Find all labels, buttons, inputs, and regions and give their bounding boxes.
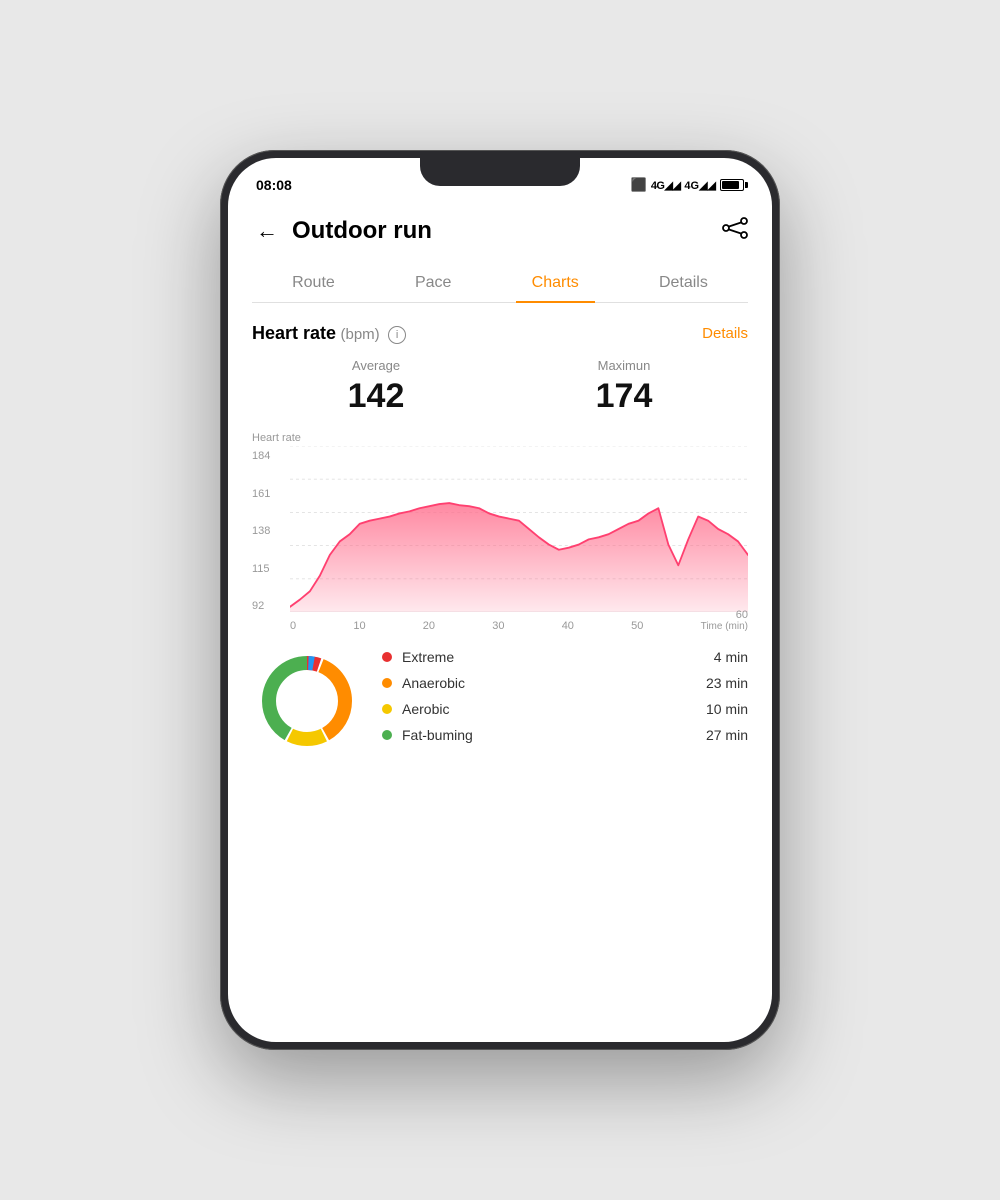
section-header: Heart rate (bpm) i Details xyxy=(252,323,748,344)
details-link[interactable]: Details xyxy=(702,325,748,342)
page-title: Outdoor run xyxy=(292,217,722,245)
aerobic-time: 10 min xyxy=(706,701,748,717)
aerobic-label: Aerobic xyxy=(402,701,706,717)
chart-svg-area xyxy=(290,446,748,612)
battery-fill xyxy=(722,181,739,189)
y-val-115: 115 xyxy=(252,563,270,575)
tab-pace[interactable]: Pace xyxy=(399,264,467,302)
notch xyxy=(420,158,580,186)
tab-route[interactable]: Route xyxy=(276,264,351,302)
maximum-label: Maximun xyxy=(596,358,653,373)
chart-y-values: 184 161 138 115 92 xyxy=(252,450,270,612)
phone-frame: 08:08 ⬛ 4G◢◢ 4G◢◢ ← Outdoor run xyxy=(220,150,780,1050)
legend-item-extreme: Extreme 4 min xyxy=(382,649,748,665)
y-val-138: 138 xyxy=(252,525,270,537)
fatburn-dot xyxy=(382,730,392,740)
tab-bar: Route Pace Charts Details xyxy=(252,264,748,303)
bluetooth-icon: ⬛ xyxy=(631,177,647,193)
maximum-stat: Maximun 174 xyxy=(596,358,653,416)
page-header: ← Outdoor run xyxy=(252,202,748,264)
x-val-0: 0 xyxy=(290,620,296,632)
fatburn-time: 27 min xyxy=(706,727,748,743)
battery-icon xyxy=(720,179,744,191)
legend-item-fatburn: Fat-buming 27 min xyxy=(382,727,748,743)
y-val-161: 161 xyxy=(252,488,270,500)
aerobic-dot xyxy=(382,704,392,714)
anaerobic-dot xyxy=(382,678,392,688)
legend-item-anaerobic: Anaerobic 23 min xyxy=(382,675,748,691)
heart-rate-chart: Heart rate 184 161 138 115 92 xyxy=(252,432,748,632)
chart-y-label: Heart rate xyxy=(252,432,301,444)
legend-item-aerobic: Aerobic 10 min xyxy=(382,701,748,717)
average-label: Average xyxy=(348,358,405,373)
bottom-section: Extreme 4 min Anaerobic 23 min Aerobic 1… xyxy=(252,636,748,766)
section-title: Heart rate xyxy=(252,323,336,343)
x-val-50: 50 xyxy=(631,620,643,632)
x-val-60: 60Time (min) xyxy=(701,609,748,632)
extreme-time: 4 min xyxy=(714,649,748,665)
legend-items: Extreme 4 min Anaerobic 23 min Aerobic 1… xyxy=(382,649,748,753)
network-icon: 4G◢◢ xyxy=(651,179,681,192)
average-value: 142 xyxy=(348,377,405,416)
extreme-label: Extreme xyxy=(402,649,714,665)
maximum-value: 174 xyxy=(596,377,653,416)
section-unit: (bpm) xyxy=(341,326,380,343)
donut-chart xyxy=(252,646,362,756)
y-val-92: 92 xyxy=(252,600,270,612)
x-val-40: 40 xyxy=(562,620,574,632)
share-icon[interactable] xyxy=(722,217,748,245)
extreme-dot xyxy=(382,652,392,662)
tab-details[interactable]: Details xyxy=(643,264,724,302)
status-icons: ⬛ 4G◢◢ 4G◢◢ xyxy=(631,177,744,193)
y-val-184: 184 xyxy=(252,450,270,462)
x-val-10: 10 xyxy=(353,620,365,632)
status-time: 08:08 xyxy=(256,177,292,193)
network2-icon: 4G◢◢ xyxy=(684,179,716,192)
back-button[interactable]: ← xyxy=(252,214,282,248)
phone-screen: 08:08 ⬛ 4G◢◢ 4G◢◢ ← Outdoor run xyxy=(228,158,772,1042)
average-stat: Average 142 xyxy=(348,358,405,416)
info-icon[interactable]: i xyxy=(388,326,406,344)
screen-content: ← Outdoor run Route Pace Charts D xyxy=(228,202,772,1042)
x-val-20: 20 xyxy=(423,620,435,632)
x-val-30: 30 xyxy=(492,620,504,632)
stats-row: Average 142 Maximun 174 xyxy=(252,358,748,416)
tab-charts[interactable]: Charts xyxy=(516,264,595,302)
section-title-group: Heart rate (bpm) i xyxy=(252,323,406,344)
anaerobic-time: 23 min xyxy=(706,675,748,691)
chart-x-axis: 0 10 20 30 40 50 60Time (min) xyxy=(290,609,748,632)
fatburn-label: Fat-buming xyxy=(402,727,706,743)
anaerobic-label: Anaerobic xyxy=(402,675,706,691)
